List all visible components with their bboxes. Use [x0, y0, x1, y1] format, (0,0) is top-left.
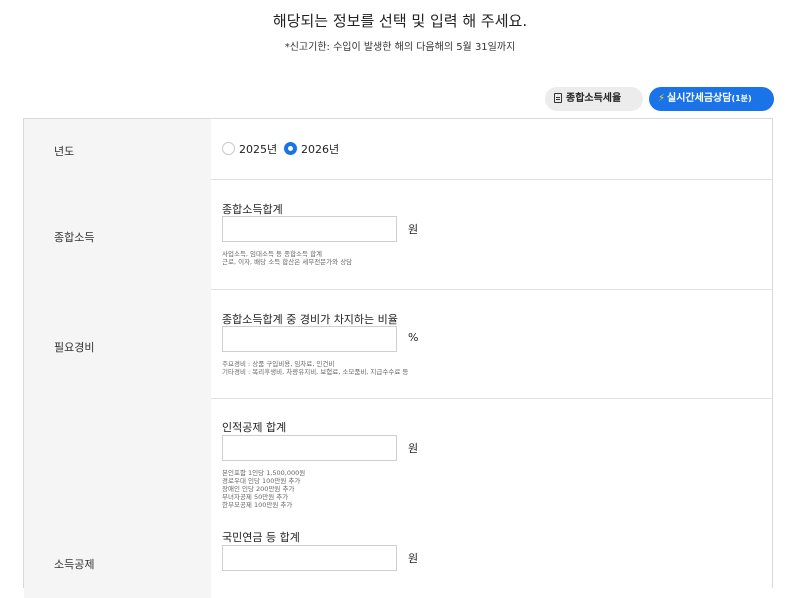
year-row: 년도 2025년 2026년 [24, 119, 772, 180]
pension-unit: 원 [408, 552, 419, 565]
personal-deduction-input[interactable] [222, 435, 397, 461]
consult-duration-badge: (1분) [731, 94, 752, 103]
pension-total-input[interactable] [222, 545, 397, 571]
income-row: 종합소득 종합소득합계 원 사업소득, 임대소득 등 종합소득 합계 근로, 이… [24, 179, 772, 290]
document-icon [554, 93, 562, 103]
tax-rate-button-label: 종합소득세율 [566, 93, 622, 104]
radio-year-2025-label[interactable]: 2025년 [239, 141, 277, 157]
lightning-icon: ⚡ [658, 93, 666, 104]
personal-note-3: 장애인 인당 200만원 추가 [222, 485, 295, 493]
expense-field-title: 종합소득합계 중 경비가 차지하는 비율 [222, 313, 398, 326]
expense-unit: % [408, 331, 419, 344]
expense-note-1: 주요경비 : 상품 구입비용, 임차료, 인건비 [222, 360, 335, 368]
income-note-1: 사업소득, 임대소득 등 종합소득 합계 [222, 250, 323, 258]
personal-note-4: 부녀자공제 50만원 추가 [222, 493, 289, 501]
live-consult-button-label: 실시간세금상담 [667, 93, 732, 104]
radio-year-2025[interactable] [222, 142, 235, 155]
live-consult-button[interactable]: ⚡ 실시간세금상담(1분) [649, 87, 774, 111]
page-title: 해당되는 정보를 선택 및 입력 해 주세요. [272, 12, 528, 30]
pension-title: 국민연금 등 합계 [222, 531, 300, 544]
personal-deduction-unit: 원 [408, 442, 419, 455]
income-label: 종합소득 [54, 231, 95, 244]
deduction-row: 소득공제 인적공제 합계 원 본인포함 1인당 1,500,000원 경로우대 … [24, 398, 772, 598]
personal-note-1: 본인포함 1인당 1,500,000원 [222, 469, 306, 477]
income-unit: 원 [408, 223, 419, 236]
income-field-title: 종합소득합계 [222, 203, 283, 216]
income-total-input[interactable] [222, 216, 397, 242]
radio-year-2026-label[interactable]: 2026년 [301, 141, 339, 157]
personal-note-2: 경로우대 인당 100만원 추가 [222, 477, 301, 485]
radio-year-2026[interactable] [284, 142, 297, 155]
filing-deadline-note: *신고기한: 수입이 발생한 해의 다음해의 5월 31일까지 [284, 42, 516, 53]
tax-form: 년도 2025년 2026년 종합소득 종합소득합계 원 사업소득, 임대소득 … [23, 118, 773, 598]
expense-row: 필요경비 종합소득합계 중 경비가 차지하는 비율 % 주요경비 : 상품 구입… [24, 289, 772, 399]
tax-rate-button[interactable]: 종합소득세율 [545, 87, 643, 111]
expense-note-2: 기타경비 : 복리후생비, 차량유지비, 보험료, 소모품비, 지급수수료 등 [222, 368, 409, 376]
expense-ratio-input[interactable] [222, 326, 397, 352]
personal-note-5: 한부모공제 100만원 추가 [222, 501, 293, 509]
deduction-label: 소득공제 [54, 558, 95, 571]
expense-label: 필요경비 [54, 341, 95, 354]
income-note-2: 근로, 이자, 배당 소득 합산은 세무전문가와 상담 [222, 258, 353, 266]
personal-deduction-title: 인적공제 합계 [222, 421, 287, 434]
year-label: 년도 [54, 145, 75, 158]
